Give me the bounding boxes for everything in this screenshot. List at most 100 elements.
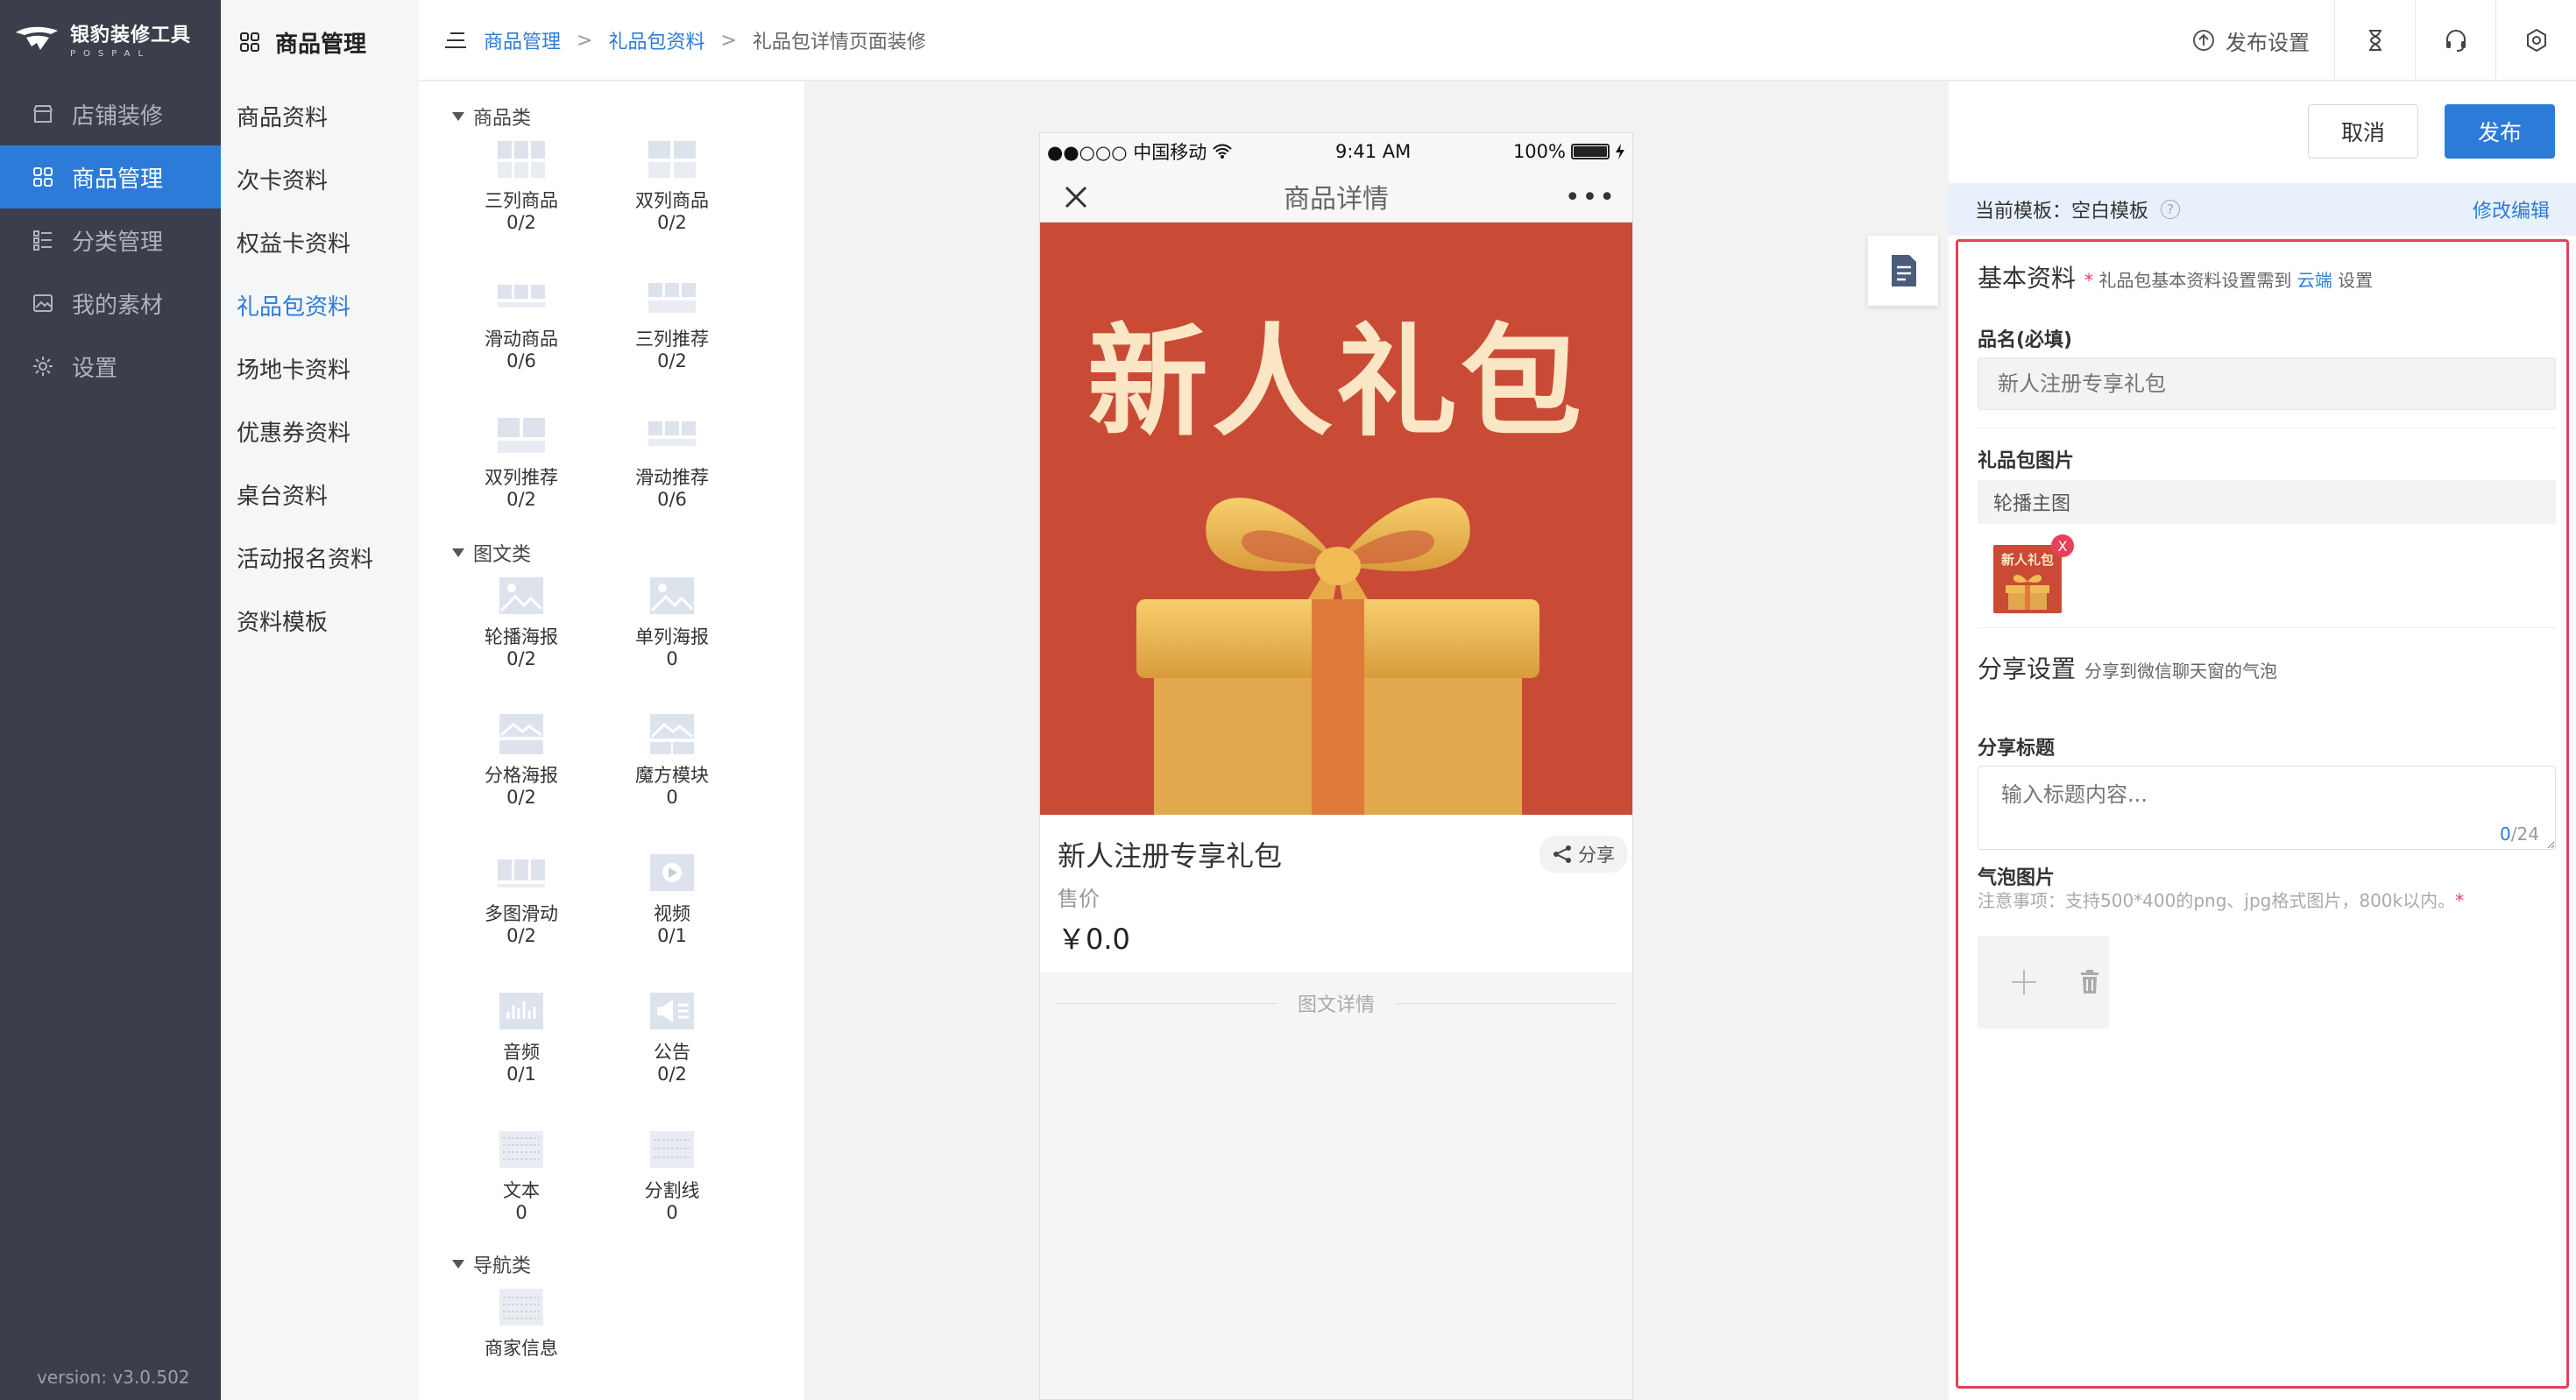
widget-two-column-products[interactable]: 双列商品 0/2 xyxy=(598,138,747,234)
widget-count: 0 xyxy=(666,787,678,808)
widget-count: 0 xyxy=(666,648,678,669)
widget-text[interactable]: 文本 0 xyxy=(447,1128,596,1224)
nav-item-category-management[interactable]: 分类管理 xyxy=(0,209,221,272)
history-button[interactable] xyxy=(2334,0,2415,81)
settings-button[interactable] xyxy=(2495,0,2576,81)
widget-name: 文本 xyxy=(503,1180,540,1201)
subnav-item-count-cards[interactable]: 次卡资料 xyxy=(221,147,419,210)
phone-preview: ●●○○○ 中国移动 9:41 AM 100% 商品详情 ••• 新人礼包 新人… xyxy=(1039,132,1633,1400)
cloud-link[interactable]: 云端 xyxy=(2297,270,2332,291)
widget-count: 0 xyxy=(515,1202,527,1223)
widget-single-poster[interactable]: 单列海报 0 xyxy=(598,574,747,670)
charging-icon xyxy=(1615,144,1624,159)
settings-panel: 取消 发布 当前模板：空白模板 ? 修改编辑 基本资料 * 礼品包基本资料设置需… xyxy=(1949,81,2576,1400)
caret-down-icon xyxy=(452,548,464,557)
hexagon-gear-icon xyxy=(2526,28,2546,53)
publish-settings-label: 发布设置 xyxy=(2226,30,2310,55)
publish-settings-button[interactable]: 发布设置 xyxy=(2166,25,2334,56)
nav-item-product-management[interactable]: 商品管理 xyxy=(0,145,221,209)
subnav-item-benefit-cards[interactable]: 权益卡资料 xyxy=(221,210,419,273)
category-goods[interactable]: 商品类 xyxy=(452,103,531,131)
subnav-item-templates[interactable]: 资料模板 xyxy=(221,589,419,652)
widget-name: 单列海报 xyxy=(635,626,709,647)
widget-sliding-products[interactable]: 滑动商品 0/6 xyxy=(447,276,596,372)
subnav-item-event-signup[interactable]: 活动报名资料 xyxy=(221,526,419,589)
help-icon[interactable]: ? xyxy=(2161,200,2181,219)
caret-down-icon xyxy=(452,112,464,121)
share-title-input[interactable] xyxy=(1978,766,2556,850)
close-icon[interactable] xyxy=(1063,184,1089,210)
edit-template-link[interactable]: 修改编辑 xyxy=(2473,195,2550,223)
carousel-thumbnail[interactable]: 新人礼包 xyxy=(1993,545,2062,613)
widget-three-column-recommend[interactable]: 三列推荐 0/2 xyxy=(598,276,747,372)
subnav-item-coupons[interactable]: 优惠券资料 xyxy=(221,399,419,463)
menu-icon[interactable] xyxy=(443,30,468,51)
breadcrumb-product-management[interactable]: 商品管理 xyxy=(484,26,561,54)
upload-circle-icon xyxy=(2193,30,2214,51)
cancel-button[interactable]: 取消 xyxy=(2308,104,2418,159)
widget-notice[interactable]: 公告 0/2 xyxy=(598,989,747,1085)
category-media[interactable]: 图文类 xyxy=(452,539,531,567)
image-icon xyxy=(33,294,53,312)
delete-image-button[interactable] xyxy=(2070,936,2109,1029)
trash-icon xyxy=(2081,970,2098,993)
magic-cube-icon xyxy=(647,712,697,756)
widget-merchant-info[interactable]: 商家信息 xyxy=(447,1285,596,1360)
subnav-item-tables[interactable]: 桌台资料 xyxy=(221,463,419,526)
breadcrumb-gift-packs[interactable]: 礼品包资料 xyxy=(608,26,704,54)
widget-count: 0/2 xyxy=(506,489,536,510)
brand-logo[interactable]: 银豹装修工具 POSPAL xyxy=(14,19,192,59)
widget-name: 视频 xyxy=(654,903,690,924)
char-counter: 0/24 xyxy=(2500,824,2539,845)
battery-label: 100% xyxy=(1512,141,1566,162)
share-label: 分享 xyxy=(1578,845,1615,866)
widget-video[interactable]: 视频 0/1 xyxy=(598,851,747,947)
share-settings-hint: 分享到微信聊天窗的气泡 xyxy=(2084,661,2278,682)
subnav-item-products[interactable]: 商品资料 xyxy=(221,84,419,147)
share-button[interactable]: 分享 xyxy=(1539,836,1627,873)
hourglass-icon xyxy=(2368,30,2381,51)
name-input[interactable] xyxy=(1978,357,2556,410)
three-column-icon xyxy=(496,138,547,181)
wifi-icon xyxy=(1213,144,1233,159)
page-settings-button[interactable] xyxy=(1868,236,1938,306)
carousel-poster-icon xyxy=(496,574,547,618)
widget-audio[interactable]: 音频 0/1 xyxy=(447,989,596,1085)
nav-item-store-decoration[interactable]: 店铺装修 xyxy=(0,82,221,145)
widget-count: 0/2 xyxy=(506,787,536,808)
support-button[interactable] xyxy=(2415,0,2495,81)
basic-hint-suffix: 设置 xyxy=(2338,270,2374,291)
category-navigation[interactable]: 导航类 xyxy=(452,1250,531,1278)
widget-count: 0 xyxy=(666,1202,678,1223)
widget-divider[interactable]: 分割线 0 xyxy=(598,1128,747,1224)
widget-grid-poster[interactable]: 分格海报 0/2 xyxy=(447,712,596,809)
brand-subtitle: POSPAL xyxy=(70,48,152,59)
nav-item-settings[interactable]: 设置 xyxy=(0,335,221,398)
nav-item-my-materials[interactable]: 我的素材 xyxy=(0,272,221,335)
gift-box-thumbnail-icon xyxy=(2006,575,2049,610)
widget-magic-cube[interactable]: 魔方模块 0 xyxy=(598,712,747,809)
widget-count: 0/1 xyxy=(657,925,687,946)
detail-label: 图文详情 xyxy=(1297,994,1375,1016)
grid-icon xyxy=(240,32,259,52)
brand-title: 银豹装修工具 xyxy=(70,24,192,46)
widget-count: 0/2 xyxy=(657,350,687,371)
widget-two-column-recommend[interactable]: 双列推荐 0/2 xyxy=(447,414,596,511)
subnav-item-gift-packs[interactable]: 礼品包资料 xyxy=(221,273,419,336)
nav-item-label: 店铺装修 xyxy=(72,103,164,130)
subnav-title: 商品管理 xyxy=(221,0,419,84)
widget-three-column-products[interactable]: 三列商品 0/2 xyxy=(447,138,596,234)
template-label: 当前模板：空白模板 xyxy=(1975,201,2149,223)
carousel-label: 轮播主图 xyxy=(1993,493,2071,515)
product-banner[interactable]: 新人礼包 xyxy=(1040,223,1632,815)
more-icon[interactable]: ••• xyxy=(1565,182,1617,213)
merchant-info-icon xyxy=(496,1285,547,1329)
widget-carousel-poster[interactable]: 轮播海报 0/2 xyxy=(447,574,596,670)
publish-button[interactable]: 发布 xyxy=(2445,104,2555,159)
grid-icon xyxy=(33,167,53,187)
widget-multi-image-slide[interactable]: 多图滑动 0/2 xyxy=(447,851,596,947)
subnav-item-venue-cards[interactable]: 场地卡资料 xyxy=(221,336,419,399)
remove-image-button[interactable]: X xyxy=(2051,534,2074,557)
upload-image-button[interactable] xyxy=(1978,936,2070,1029)
widget-sliding-recommend[interactable]: 滑动推荐 0/6 xyxy=(598,414,747,511)
